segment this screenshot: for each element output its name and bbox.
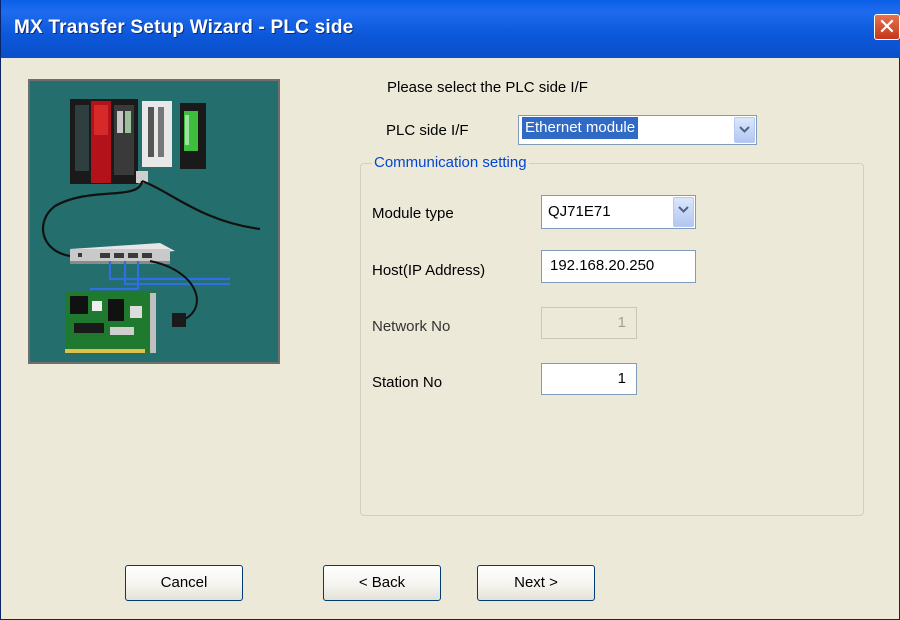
network-no-input[interactable]: 1 [541,307,637,339]
network-card-icon [65,291,186,353]
wizard-window: MX Transfer Setup Wizard - PLC side ✕ Pl… [0,0,900,620]
back-button[interactable]: < Back [323,565,441,601]
plc-if-select[interactable]: Ethernet module [518,115,757,145]
module-type-dropdown-button[interactable] [673,197,694,227]
chevron-down-icon [739,126,750,133]
chevron-down-icon [678,206,689,213]
module-type-label: Module type [372,205,454,222]
host-ip-input[interactable]: 192.168.20.250 [541,250,696,283]
communication-setting-legend: Communication setting [372,154,529,171]
module-type-select[interactable]: QJ71E71 [541,195,696,229]
window-title: MX Transfer Setup Wizard - PLC side [14,17,354,38]
interface-prompt: Please select the PLC side I/F [387,79,588,96]
network-no-label: Network No [372,318,451,335]
ethernet-hub-icon [70,243,175,264]
module-type-selected: QJ71E71 [548,203,611,220]
station-no-input[interactable]: 1 [541,363,637,395]
station-no-label: Station No [372,374,443,391]
plc-if-label: PLC side I/F [386,122,469,139]
close-icon: ✕ [877,14,897,39]
host-label: Host(IP Address) [372,262,486,279]
cancel-button[interactable]: Cancel [125,565,243,601]
next-button[interactable]: Next > [477,565,595,601]
plc-if-selected: Ethernet module [522,117,639,139]
plc-ethernet-illustration [28,79,280,364]
plc-if-dropdown-button[interactable] [734,117,755,143]
title-bar[interactable]: MX Transfer Setup Wizard - PLC side ✕ [1,0,900,58]
plc-rack-icon [70,99,206,184]
close-button[interactable]: ✕ [874,14,900,40]
